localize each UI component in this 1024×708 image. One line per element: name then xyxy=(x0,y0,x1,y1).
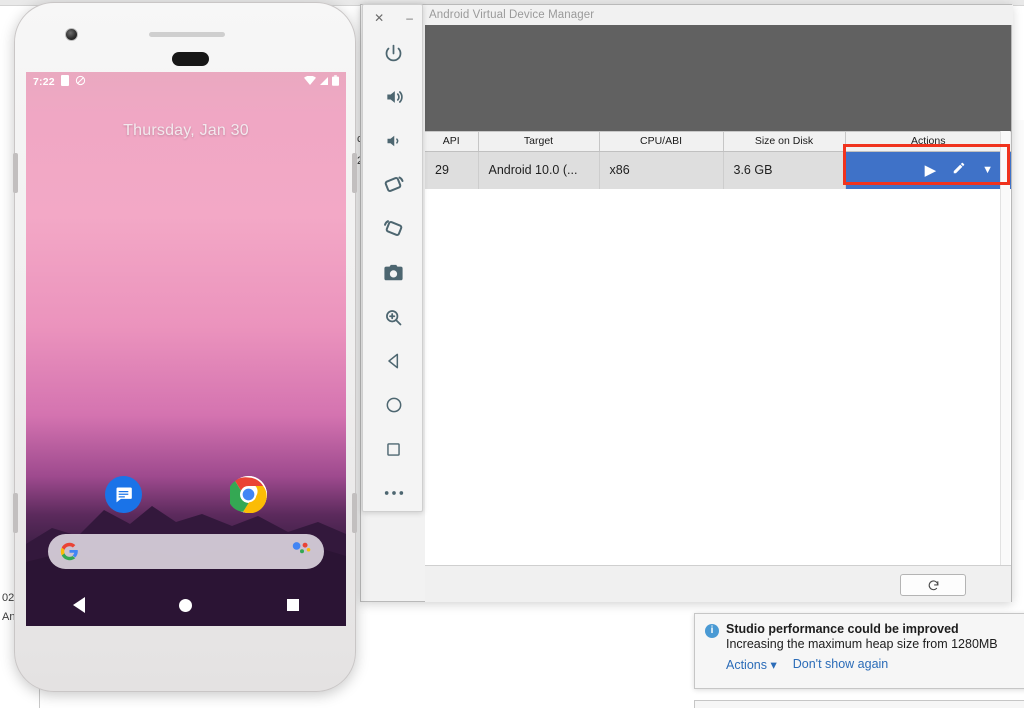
close-icon[interactable]: ✕ xyxy=(374,12,384,24)
chrome-icon xyxy=(227,476,267,514)
volume-up-icon xyxy=(383,87,405,107)
device-side-band-right-2 xyxy=(352,493,357,533)
cell-cpu-abi: x86 xyxy=(599,151,724,189)
home-button[interactable] xyxy=(363,383,424,427)
refresh-button[interactable] xyxy=(900,574,966,596)
avd-device-table-area: API Target CPU/ABI Size on Disk Actions … xyxy=(425,131,1011,565)
screenshot-icon xyxy=(60,75,69,89)
rotate-left-icon xyxy=(382,173,406,197)
front-camera-icon xyxy=(65,28,78,41)
square-overview-icon xyxy=(384,440,403,459)
caret-down-icon[interactable]: ▼ xyxy=(982,164,993,176)
emulator-device-frame: 7:22 Thursday, Jan 30 xyxy=(13,2,357,692)
android-navigation-bar xyxy=(26,584,346,626)
cell-size-on-disk: 3.6 GB xyxy=(723,151,846,189)
bg-fragment-0: 02 xyxy=(2,592,15,604)
avd-footer xyxy=(425,565,1011,602)
google-search-bar[interactable] xyxy=(48,534,324,569)
earpiece-grill xyxy=(149,32,225,37)
device-side-band-left-2 xyxy=(13,493,18,533)
avd-upper-panel xyxy=(425,25,1011,131)
avd-window-title: Android Virtual Device Manager xyxy=(429,9,595,21)
cell-actions: ▶ ▼ xyxy=(845,151,1011,189)
cell-target: Android 10.0 (... xyxy=(478,151,600,189)
camera-icon xyxy=(382,263,405,283)
column-header-cpu-abi[interactable]: CPU/ABI xyxy=(599,132,724,152)
do-not-disturb-icon xyxy=(75,75,86,89)
home-icon[interactable] xyxy=(179,598,193,612)
lockscreen-date: Thursday, Jan 30 xyxy=(123,122,249,139)
screenshot-button[interactable] xyxy=(363,251,424,295)
pencil-icon[interactable] xyxy=(952,161,966,177)
info-icon: i xyxy=(705,624,719,638)
power-button[interactable] xyxy=(363,31,424,75)
column-header-api[interactable]: API xyxy=(425,132,479,152)
notch-pill xyxy=(172,52,209,66)
volume-down-button[interactable] xyxy=(363,119,424,163)
column-header-size-on-disk[interactable]: Size on Disk xyxy=(723,132,846,152)
notification-title: Studio performance could be improved xyxy=(726,622,959,636)
overview-button[interactable] xyxy=(363,427,424,471)
notification-balloon-secondary: i xyxy=(694,700,1024,708)
android-status-bar: 7:22 xyxy=(26,72,346,92)
play-icon[interactable]: ▶ xyxy=(925,163,937,178)
column-header-actions[interactable]: Actions xyxy=(845,132,1011,152)
more-button[interactable] xyxy=(363,471,424,515)
device-side-band-right xyxy=(352,153,357,193)
device-side-band-left xyxy=(13,153,18,193)
screen-root: 02 An c 2 Android Virtual Device Manager… xyxy=(0,0,1024,708)
rotate-left-button[interactable] xyxy=(363,163,424,207)
notification-actions-link[interactable]: Actions ▾ xyxy=(726,657,777,672)
power-icon xyxy=(383,43,404,64)
table-row[interactable]: 29 Android 10.0 (... x86 3.6 GB ▶ ▼ xyxy=(425,151,1011,189)
column-header-target[interactable]: Target xyxy=(478,132,600,152)
emulator-toolbar: ✕ – xyxy=(362,4,423,512)
emulator-button-stack xyxy=(363,31,424,515)
cell-api: 29 xyxy=(425,151,479,189)
avd-titlebar: Android Virtual Device Manager xyxy=(361,5,1013,25)
volume-down-icon xyxy=(384,132,403,150)
app-icon-messages[interactable] xyxy=(105,476,142,513)
battery-icon xyxy=(332,75,339,89)
volume-up-button[interactable] xyxy=(363,75,424,119)
home-screen-app-row xyxy=(26,476,346,514)
circle-home-icon xyxy=(384,395,404,415)
wifi-icon xyxy=(304,75,316,88)
avd-manager-window: Android Virtual Device Manager API Targe… xyxy=(360,4,1013,602)
minimize-icon[interactable]: – xyxy=(406,12,413,24)
messages-icon xyxy=(116,487,132,503)
emulator-window-controls: ✕ – xyxy=(363,5,424,31)
recents-icon[interactable] xyxy=(286,599,299,611)
notification-dont-show-again-link[interactable]: Don't show again xyxy=(793,657,889,672)
app-icon-chrome[interactable] xyxy=(227,476,267,514)
device-screen[interactable]: 7:22 Thursday, Jan 30 xyxy=(26,72,346,626)
table-header-row: API Target CPU/ABI Size on Disk Actions xyxy=(425,132,1011,152)
cellular-signal-icon xyxy=(319,76,329,89)
rotate-right-icon xyxy=(382,217,406,241)
notification-subtitle: Increasing the maximum heap size from 12… xyxy=(726,637,998,651)
ide-right-sliver xyxy=(1010,120,1024,500)
triangle-back-icon xyxy=(384,351,404,371)
rotate-right-button[interactable] xyxy=(363,207,424,251)
status-bar-time: 7:22 xyxy=(33,76,55,88)
google-assistant-icon[interactable] xyxy=(292,541,312,562)
zoom-button[interactable] xyxy=(363,295,424,339)
google-g-icon xyxy=(60,542,78,561)
ellipsis-icon xyxy=(383,489,405,497)
actions-cell-selected: ▶ ▼ xyxy=(845,151,1011,189)
back-icon[interactable] xyxy=(73,597,86,613)
avd-table-scrollbar[interactable] xyxy=(1000,131,1010,565)
avd-device-table: API Target CPU/ABI Size on Disk Actions … xyxy=(425,132,1011,189)
zoom-in-icon xyxy=(383,307,404,328)
notification-balloon: i Studio performance could be improved I… xyxy=(694,613,1024,689)
back-button[interactable] xyxy=(363,339,424,383)
